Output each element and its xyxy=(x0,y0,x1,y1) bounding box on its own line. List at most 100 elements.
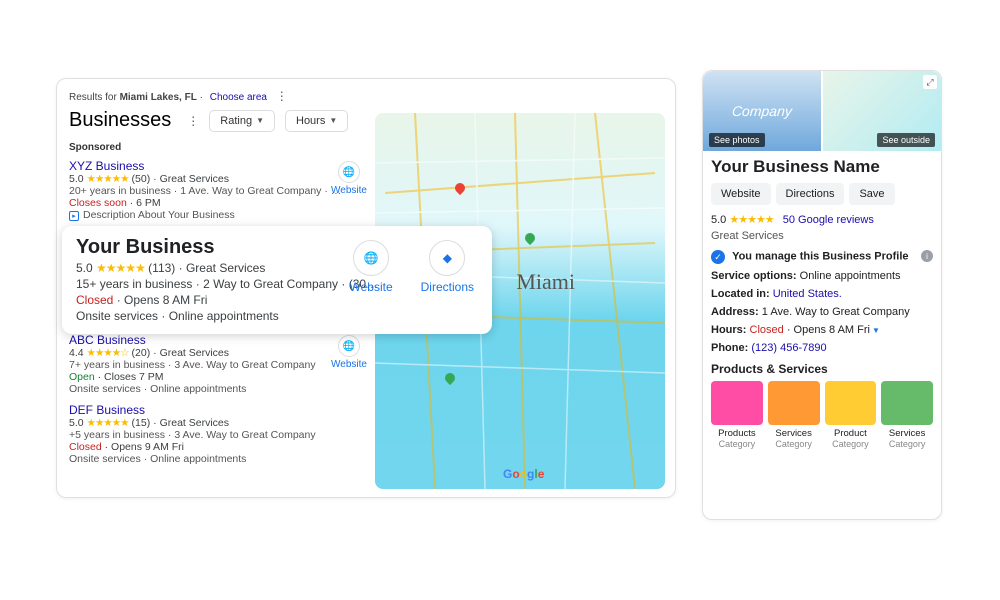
stars-icon: ★★★★☆ xyxy=(87,347,129,359)
address: 2 Way to Great Company xyxy=(203,277,338,291)
field-label: Phone: xyxy=(711,342,748,354)
located-in-link[interactable]: United States. xyxy=(773,288,842,300)
knowledge-panel: Company See photos ⤢ See outside Your Bu… xyxy=(702,70,942,520)
rating-value: 5.0 xyxy=(76,261,93,275)
ps-thumb xyxy=(825,381,877,425)
years: 7+ years in business xyxy=(69,359,165,371)
results-location: Miami Lakes, FL xyxy=(120,92,197,103)
category: Great Services xyxy=(186,261,265,275)
filter-hours-label: Hours xyxy=(296,115,325,127)
info-icon[interactable]: i xyxy=(921,250,933,262)
see-outside-button[interactable]: See outside xyxy=(877,133,935,147)
directions-button[interactable]: ◆ Directions xyxy=(421,240,474,294)
review-count: (20) xyxy=(132,347,151,359)
stars-icon: ★★★★★ xyxy=(87,417,129,429)
listing-your-business-card[interactable]: Your Business 5.0 ★★★★★ (113) · Great Se… xyxy=(62,226,492,334)
listing-actions: 🌐 Website ◆ Directions xyxy=(350,240,475,294)
description: Description About Your Business xyxy=(83,209,235,221)
ps-label: Products xyxy=(711,428,763,439)
status-time: Closes 7 PM xyxy=(104,371,164,383)
years: 15+ years in business xyxy=(76,277,192,291)
ps-thumb xyxy=(711,381,763,425)
ps-item[interactable]: ProductCategory xyxy=(825,381,877,449)
field-label: Hours: xyxy=(711,324,746,336)
status: Open xyxy=(69,371,95,383)
status-time: Opens 8 AM Fri xyxy=(124,293,207,307)
kp-directions-button[interactable]: Directions xyxy=(776,183,845,205)
years: +5 years in business xyxy=(69,429,165,441)
website-button[interactable]: 🌐Website xyxy=(331,161,367,196)
ps-label: Product xyxy=(825,428,877,439)
kp-hours: Hours: Closed · Opens 8 AM Fri▼ xyxy=(711,324,933,336)
kp-title: Your Business Name xyxy=(711,157,933,177)
category: Great Services xyxy=(160,347,229,359)
rating-value: 5.0 xyxy=(69,417,84,429)
hours-status: Closed xyxy=(750,324,784,336)
review-count: (15) xyxy=(132,417,151,429)
ps-cat: Category xyxy=(768,439,820,449)
rating-value: 5.0 xyxy=(69,173,84,185)
years: 20+ years in business xyxy=(69,185,171,197)
results-for-prefix: Results for xyxy=(69,92,117,103)
ps-cat: Category xyxy=(711,439,763,449)
filter-rating[interactable]: Rating▼ xyxy=(209,110,275,132)
manage-text: You manage this Business Profile xyxy=(732,251,908,263)
ps-label: Services xyxy=(768,428,820,439)
directions-icon: ◆ xyxy=(429,240,465,276)
ps-row: ProductsCategory ServicesCategory Produc… xyxy=(711,381,933,449)
kp-mini-map[interactable]: ⤢ See outside xyxy=(823,71,941,151)
status: Closes soon xyxy=(69,197,127,209)
category: Great Services xyxy=(160,173,229,185)
kp-service-options: Service options: Online appointments xyxy=(711,270,933,282)
website-label: Website xyxy=(331,185,367,196)
field-value: Online appointments xyxy=(800,270,901,282)
heading-more-icon[interactable]: ⋮ xyxy=(187,114,199,128)
company-sign: Company xyxy=(731,103,792,119)
status: Closed xyxy=(69,441,102,453)
expand-icon[interactable]: ⤢ xyxy=(923,75,937,89)
review-count: (113) xyxy=(148,261,175,275)
kp-hero: Company See photos ⤢ See outside xyxy=(703,71,941,151)
status-time: Opens 9 AM Fri xyxy=(111,441,184,453)
website-label: Website xyxy=(350,280,393,294)
field-label: Located in: xyxy=(711,288,770,300)
stars-icon: ★★★★★ xyxy=(729,214,773,226)
status-time: 6 PM xyxy=(136,197,161,209)
field-label: Address: xyxy=(711,306,759,318)
kp-manage-row: ✓ You manage this Business Profile i xyxy=(711,250,933,264)
address: 3 Ave. Way to Great Company xyxy=(174,359,315,371)
ps-thumb xyxy=(881,381,933,425)
ps-label: Services xyxy=(881,428,933,439)
directions-label: Directions xyxy=(421,280,474,294)
rating-value: 5.0 xyxy=(711,214,726,226)
ps-heading: Products & Services xyxy=(711,362,933,376)
verified-badge-icon: ✓ xyxy=(711,250,725,264)
results-for-bar: Results for Miami Lakes, FL · Choose are… xyxy=(69,89,663,103)
filter-hours[interactable]: Hours▼ xyxy=(285,110,348,132)
stars-icon: ★★★★★ xyxy=(87,173,129,185)
phone-link[interactable]: (123) 456-7890 xyxy=(751,342,826,354)
ad-icon: ▸ xyxy=(69,211,79,221)
kp-save-button[interactable]: Save xyxy=(849,183,894,205)
ps-item[interactable]: ServicesCategory xyxy=(768,381,820,449)
kp-website-button[interactable]: Website xyxy=(711,183,771,205)
ps-item[interactable]: ProductsCategory xyxy=(711,381,763,449)
globe-icon: 🌐 xyxy=(353,240,389,276)
ps-thumb xyxy=(768,381,820,425)
field-label: Service options: xyxy=(711,270,797,282)
status: Closed xyxy=(76,293,113,307)
stars-icon: ★★★★★ xyxy=(96,261,145,275)
see-photos-button[interactable]: See photos xyxy=(709,133,765,147)
more-vert-icon[interactable]: ⋮ xyxy=(276,89,288,103)
kp-located-in: Located in: United States. xyxy=(711,288,933,300)
website-button[interactable]: 🌐 Website xyxy=(350,240,393,294)
ps-cat: Category xyxy=(881,439,933,449)
filter-rating-label: Rating xyxy=(220,115,252,127)
kp-cover-photo[interactable]: Company See photos xyxy=(703,71,821,151)
reviews-link[interactable]: 50 Google reviews xyxy=(783,214,874,226)
ps-item[interactable]: ServicesCategory xyxy=(881,381,933,449)
address: 3 Ave. Way to Great Company xyxy=(174,429,315,441)
caret-down-icon[interactable]: ▼ xyxy=(872,326,880,335)
website-button[interactable]: 🌐Website xyxy=(331,335,367,370)
choose-area-link[interactable]: Choose area xyxy=(210,92,267,103)
